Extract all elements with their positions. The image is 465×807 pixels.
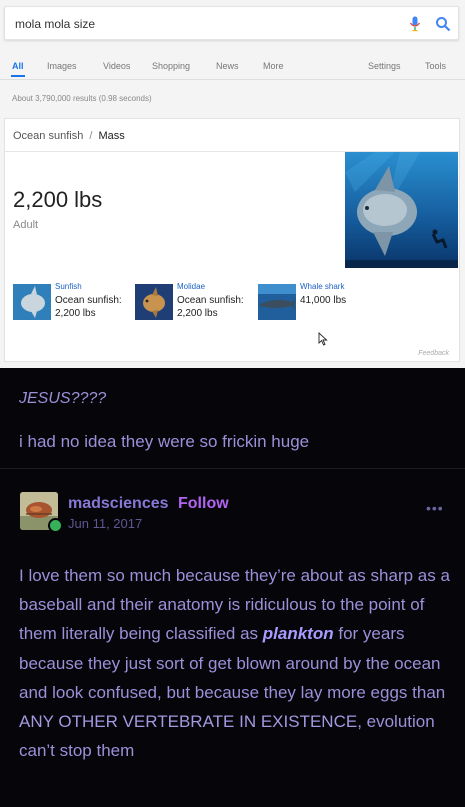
post-divider: [0, 468, 465, 469]
fish-thumbnail-icon: [13, 284, 51, 320]
result-stats: About 3,790,000 results (0.98 seconds): [12, 94, 152, 103]
tumblr-post: JESUS???? i had no idea they were so fri…: [0, 368, 465, 807]
follow-button[interactable]: Follow: [178, 495, 229, 513]
post-date: Jun 11, 2017: [68, 516, 143, 531]
knowledge-card: Ocean sunfish / Mass 2,200 lbs Adult Sun…: [4, 118, 460, 362]
username[interactable]: madsciences: [68, 495, 169, 513]
breadcrumb-parent[interactable]: Ocean sunfish: [13, 130, 83, 142]
tab-shopping[interactable]: Shopping: [152, 61, 190, 71]
reblog-badge-icon: [48, 518, 63, 533]
google-search-screenshot: mola mola size All Images Videos Shoppin…: [0, 0, 465, 368]
feedback-link[interactable]: Feedback: [418, 350, 449, 357]
previous-reply-exclaim: JESUS????: [19, 390, 107, 407]
fish-thumbnail-icon: [135, 284, 173, 320]
related-result-molidae[interactable]: Molidae Ocean sunfish: 2,200 lbs: [135, 282, 255, 342]
active-tab-indicator: [11, 75, 25, 77]
microphone-icon[interactable]: [409, 16, 421, 32]
related-value: Ocean sunfish: 2,200 lbs: [55, 295, 122, 319]
tab-more[interactable]: More: [263, 61, 284, 71]
search-bar[interactable]: mola mola size: [4, 6, 459, 40]
previous-reply-text: i had no idea they were so frickin huge: [19, 432, 310, 451]
related-category: Sunfish: [55, 282, 82, 291]
post-body: I love them so much because they’re abou…: [19, 561, 451, 765]
search-input[interactable]: mola mola size: [15, 17, 95, 31]
tab-videos[interactable]: Videos: [103, 61, 130, 71]
related-category: Whale shark: [300, 282, 345, 291]
breadcrumb-current: Mass: [98, 130, 125, 142]
shark-thumbnail-icon: [258, 284, 296, 320]
tab-all[interactable]: All: [12, 61, 24, 71]
related-value: 41,000 lbs: [300, 295, 347, 306]
tab-news[interactable]: News: [216, 61, 239, 71]
related-category: Molidae: [177, 282, 206, 291]
tabs-divider: [0, 79, 465, 80]
breadcrumb-separator: /: [89, 130, 93, 142]
search-tabs: All Images Videos Shopping News More Set…: [0, 58, 465, 78]
sunfish-photo[interactable]: [345, 152, 458, 268]
mouse-cursor-icon: [318, 332, 328, 346]
related-result-sunfish[interactable]: Sunfish Ocean sunfish: 2,200 lbs: [13, 282, 133, 342]
tab-tools[interactable]: Tools: [425, 61, 446, 71]
answer-qualifier: Adult: [13, 219, 39, 231]
tab-images[interactable]: Images: [47, 61, 77, 71]
breadcrumb: Ocean sunfish / Mass: [13, 130, 125, 142]
answer-value: 2,200 lbs: [13, 187, 103, 212]
emphasis-caps: ANY OTHER VERTEBRATE IN EXISTENCE: [19, 712, 358, 732]
search-icon[interactable]: [435, 16, 451, 32]
tab-settings[interactable]: Settings: [368, 61, 401, 71]
related-value: Ocean sunfish: 2,200 lbs: [177, 295, 244, 319]
emphasis-plankton: plankton: [262, 624, 334, 644]
more-options-icon[interactable]: •••: [426, 500, 444, 516]
